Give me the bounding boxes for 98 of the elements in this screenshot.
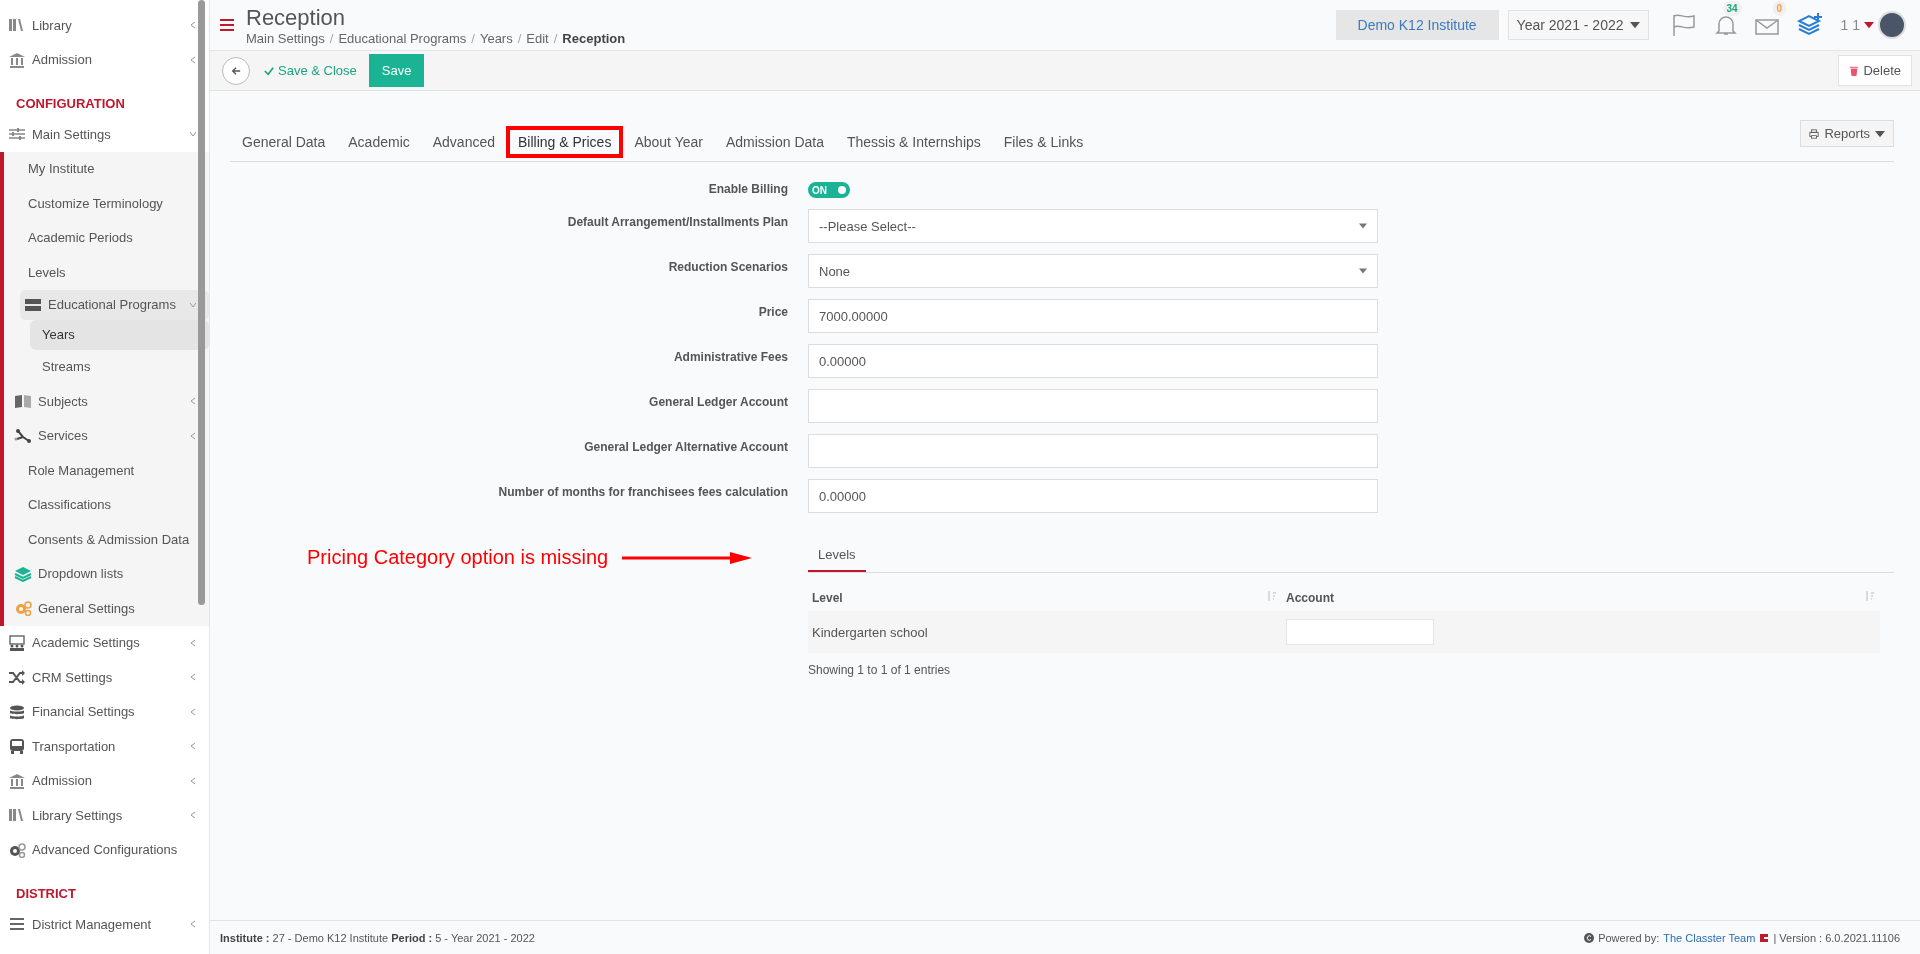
breadcrumb-link[interactable]: Educational Programs <box>338 30 467 46</box>
table-cell: Kindergarten school <box>808 611 1282 653</box>
arrow-icon <box>622 550 753 565</box>
field-label: General Ledger Alternative Account <box>583 439 788 456</box>
annotation-text: Pricing Category option is missing <box>307 546 609 569</box>
back-button[interactable] <box>222 56 250 85</box>
sidebar-item[interactable]: Financial Settings <box>0 694 209 729</box>
layers-plus-icon[interactable] <box>1796 13 1823 37</box>
institute-button[interactable]: Demo K12 Institute <box>1335 10 1499 40</box>
sort-icon <box>1267 591 1276 601</box>
caret-icon[interactable] <box>1864 20 1874 30</box>
select-field[interactable]: --Please Select-- <box>808 209 1378 243</box>
sidebar-item[interactable]: Admission <box>0 763 209 798</box>
logo-icon <box>1759 932 1770 943</box>
trash-icon <box>1849 65 1860 76</box>
sidebar-item[interactable]: Customize Terminology <box>4 186 209 221</box>
input-field[interactable] <box>1285 619 1434 645</box>
sidebar-item[interactable]: Services <box>4 418 209 453</box>
sidebar-item[interactable]: Classifications <box>4 487 209 522</box>
field-label: Reduction Scenarios <box>667 259 788 276</box>
field-label: Administrative Fees <box>672 349 788 366</box>
message-badge: 0 <box>1772 1 1787 16</box>
arrow-left-icon <box>231 65 241 76</box>
tab[interactable]: Files & Links <box>991 126 1096 158</box>
notification-badge: 34 <box>1722 1 1742 16</box>
input-field[interactable] <box>808 434 1378 468</box>
version-text: | Version : 6.0.2021.11106 <box>1773 931 1900 944</box>
sidebar-item[interactable]: Transportation <box>0 729 209 764</box>
breadcrumb-separator: / <box>517 30 522 46</box>
select-field[interactable]: None <box>808 254 1378 288</box>
sidebar-item[interactable]: Consents & Admission Data <box>4 522 209 557</box>
breadcrumb-separator: / <box>553 30 558 46</box>
mail-icon[interactable] <box>1754 19 1779 35</box>
section-heading: DISTRICT <box>15 885 77 903</box>
tab[interactable]: General Data <box>230 126 338 158</box>
breadcrumb-current: Reception <box>562 30 626 46</box>
caret-icon <box>1875 128 1885 139</box>
caret-icon <box>1359 221 1367 231</box>
sidebar-item[interactable]: Educational Programs <box>20 289 209 320</box>
tab[interactable]: Levels <box>808 539 866 572</box>
scrollbar[interactable] <box>198 0 205 605</box>
breadcrumb-separator: / <box>471 30 475 46</box>
tab[interactable]: Advanced <box>420 126 508 158</box>
column-header[interactable]: Account <box>1281 585 1880 611</box>
sidebar-item[interactable]: Library <box>0 8 209 43</box>
caret-icon <box>1629 20 1640 30</box>
tab[interactable]: About Year <box>622 126 715 158</box>
sidebar-item[interactable]: Admission <box>0 42 209 77</box>
tab[interactable]: Admission Data <box>713 126 836 158</box>
table-info: Showing 1 to 1 of 1 entries <box>808 662 952 677</box>
bell-icon[interactable] <box>1712 13 1739 37</box>
delete-button[interactable]: Delete <box>1838 55 1912 86</box>
field-label: Default Arrangement/Installments Plan <box>566 214 788 231</box>
breadcrumb-link[interactable]: Main Settings <box>246 30 325 46</box>
menu-icon[interactable] <box>220 19 234 31</box>
sidebar-item[interactable]: Library Settings <box>0 798 209 833</box>
team-link[interactable]: The Classter Team <box>1663 931 1756 944</box>
page-title: Reception <box>246 4 347 31</box>
input-field[interactable]: 0.00000 <box>808 344 1378 378</box>
avatar[interactable] <box>1878 11 1906 39</box>
sidebar-item[interactable]: Academic Periods <box>4 220 209 255</box>
printer-icon <box>1809 128 1820 139</box>
field-label: General Ledger Account <box>648 394 788 411</box>
caret-icon <box>1359 266 1367 276</box>
tab[interactable]: Thessis & Internships <box>834 126 993 158</box>
tab[interactable]: Academic <box>336 126 422 158</box>
breadcrumb-link[interactable]: Years <box>479 30 513 46</box>
input-field[interactable]: 0.00000 <box>808 479 1378 513</box>
sidebar-item[interactable]: Advanced Configurations <box>0 832 209 867</box>
sidebar-item[interactable]: District Management <box>0 907 209 942</box>
field-label: Number of months for franchisees fees calculation <box>497 484 788 501</box>
sidebar-item[interactable]: General Settings <box>4 591 209 626</box>
status-text: Institute : 27 - Demo K12 Institute Period : 5 - Year 2021 - 2022 <box>220 931 535 944</box>
sidebar-item[interactable]: Subjects <box>4 384 209 419</box>
check-icon <box>264 65 274 76</box>
sidebar-item[interactable]: Streams <box>4 349 209 384</box>
sort-icon <box>1866 591 1874 601</box>
section-heading: CONFIGURATION <box>15 95 126 113</box>
tab[interactable]: Billing & Prices <box>506 126 624 158</box>
sidebar-item[interactable]: Main Settings <box>0 117 209 152</box>
powered-by-text: Powered by: <box>1598 931 1660 944</box>
column-header[interactable]: Level <box>808 585 1282 611</box>
flag-icon[interactable] <box>1670 13 1697 37</box>
breadcrumb-separator: / <box>329 30 334 46</box>
breadcrumb-link[interactable]: Edit <box>526 30 549 46</box>
sidebar-item[interactable]: My Institute <box>4 151 209 186</box>
sidebar-item[interactable]: Academic Settings <box>0 625 209 660</box>
sidebar-item[interactable]: Dropdown lists <box>4 556 209 591</box>
sidebar-item[interactable]: Levels <box>4 255 209 290</box>
input-field[interactable] <box>808 389 1378 423</box>
reports-button[interactable]: Reports <box>1800 120 1894 147</box>
year-dropdown[interactable]: Year 2021 - 2022 <box>1507 10 1649 40</box>
input-field[interactable]: 7000.00000 <box>808 299 1378 333</box>
sidebar-item[interactable]: CRM Settings <box>0 660 209 695</box>
copyright-icon <box>1584 932 1595 943</box>
sidebar-item[interactable]: Role Management <box>4 453 209 488</box>
field-label: Enable Billing <box>707 181 788 198</box>
field-label: Price <box>757 304 788 321</box>
